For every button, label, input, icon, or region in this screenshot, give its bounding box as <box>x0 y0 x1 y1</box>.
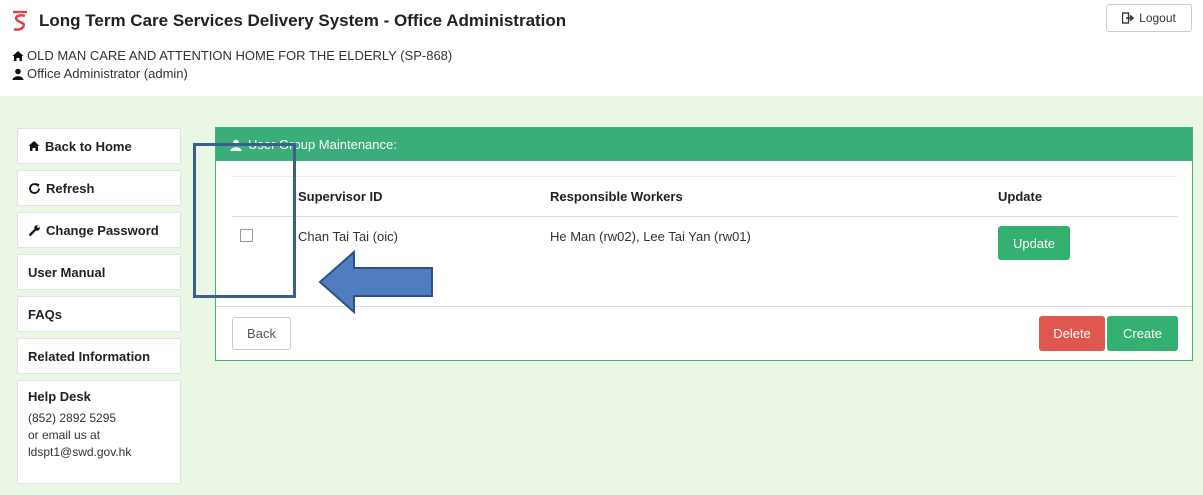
sidebar-item-related-information[interactable]: Related Information <box>17 338 181 374</box>
sidebar-item-faqs[interactable]: FAQs <box>17 296 181 332</box>
logout-icon <box>1122 12 1135 24</box>
swd-logo-icon <box>13 10 27 31</box>
back-button[interactable]: Back <box>232 317 291 350</box>
sidebar-item-refresh[interactable]: Refresh <box>17 170 181 206</box>
app-title: Long Term Care Services Delivery System … <box>10 10 566 32</box>
logout-label: Logout <box>1139 11 1176 25</box>
user-icon <box>12 68 24 80</box>
wrench-icon <box>28 224 40 236</box>
refresh-icon <box>29 182 40 194</box>
sidebar-item-label: User Manual <box>28 264 106 280</box>
create-button[interactable]: Create <box>1107 316 1178 351</box>
sidebar-item-user-manual[interactable]: User Manual <box>17 254 181 290</box>
panel-header: User Group Maintenance: <box>216 128 1192 161</box>
help-desk-email[interactable]: ldspt1@swd.gov.hk <box>28 444 170 461</box>
sidebar-item-label: Change Password <box>46 222 159 238</box>
update-cell: Update <box>998 217 1178 261</box>
help-desk-title: Help Desk <box>28 389 91 404</box>
delete-button[interactable]: Delete <box>1039 316 1105 351</box>
column-header-supervisor: Supervisor ID <box>298 176 550 217</box>
help-desk-email-prefix: or email us at <box>28 428 101 442</box>
workers-cell: He Man (rw02), Lee Tai Yan (rw01) <box>550 229 751 244</box>
sidebar: Back to Home Refresh Change Password Use… <box>17 128 181 484</box>
user-group-panel: User Group Maintenance: Supervisor ID Re… <box>215 127 1193 361</box>
organization-line: OLD MAN CARE AND ATTENTION HOME FOR THE … <box>12 48 452 63</box>
help-desk-phone: (852) 2892 5295 <box>28 411 117 425</box>
app-title-text: Long Term Care Services Delivery System … <box>39 11 567 30</box>
sidebar-item-label: Related Information <box>28 348 151 364</box>
logout-button[interactable]: Logout <box>1106 4 1192 32</box>
sidebar-item-label: Refresh <box>46 180 95 196</box>
column-header-workers: Responsible Workers <box>550 176 998 217</box>
header: Long Term Care Services Delivery System … <box>0 0 1203 88</box>
table-header-row: Supervisor ID Responsible Workers Update <box>232 176 1178 217</box>
update-button[interactable]: Update <box>998 226 1070 260</box>
sidebar-item-back-to-home[interactable]: Back to Home <box>17 128 181 164</box>
home-icon <box>12 50 24 61</box>
sidebar-item-label: FAQs <box>28 306 62 322</box>
user-name: Office Administrator (admin) <box>27 66 188 81</box>
home-icon <box>28 141 40 151</box>
column-header-update: Update <box>998 176 1178 217</box>
annotation-arrow-icon <box>318 250 433 314</box>
annotation-highlight-box <box>193 143 296 298</box>
user-group-table: Supervisor ID Responsible Workers Update… <box>232 176 1178 261</box>
help-desk-box: Help Desk (852) 2892 5295 or email us at… <box>17 380 181 484</box>
sidebar-item-change-password[interactable]: Change Password <box>17 212 181 248</box>
user-line: Office Administrator (admin) <box>12 66 188 81</box>
organization-name: OLD MAN CARE AND ATTENTION HOME FOR THE … <box>27 48 453 63</box>
sidebar-item-label: Back to Home <box>45 138 132 154</box>
